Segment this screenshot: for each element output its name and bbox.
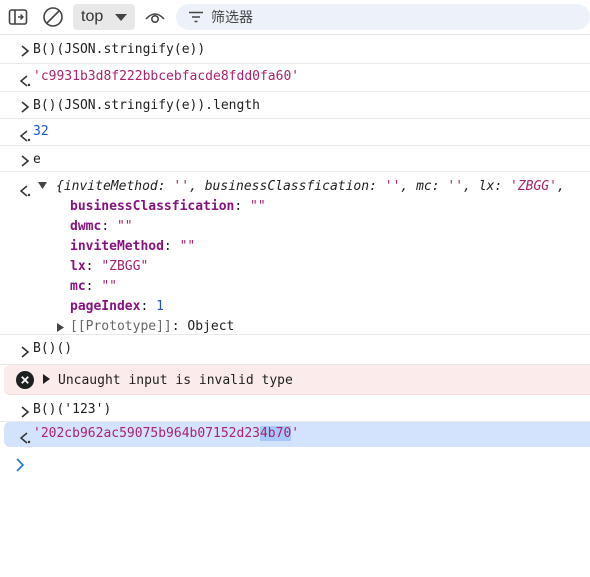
- live-expression-button[interactable]: [143, 6, 167, 28]
- input-prompt-icon: [21, 45, 30, 57]
- console-object-row: {inviteMethod: '', businessClassfication…: [0, 172, 590, 335]
- error-icon: [16, 371, 34, 389]
- expand-triangle-icon[interactable]: [37, 181, 48, 191]
- prompt-chevron-icon: [16, 458, 25, 472]
- result-value[interactable]: 32: [33, 123, 49, 141]
- console-result-row: 'c9931b3d8f222bbcebfacde8fdd0fa60': [0, 64, 590, 92]
- result-arrow-icon: [19, 432, 31, 444]
- object-property: dwmc: "": [70, 219, 133, 234]
- result-arrow-icon: [19, 185, 31, 197]
- clear-console-icon: [43, 7, 63, 27]
- console-command: B()(JSON.stringify(e)): [33, 42, 206, 57]
- console-command: e: [33, 152, 41, 167]
- object-summary[interactable]: {inviteMethod: '', businessClassfication…: [56, 178, 565, 196]
- console-command: B()('123'): [33, 402, 112, 417]
- input-prompt-icon: [21, 101, 30, 113]
- console-command: B()(): [33, 341, 73, 356]
- filter-placeholder: 筛选器: [211, 10, 253, 26]
- console-result-row: 32: [0, 119, 590, 146]
- console-command: B()(JSON.stringify(e)).length: [33, 98, 260, 113]
- result-value[interactable]: '202cb962ac59075b964b07152d234b70': [33, 425, 299, 443]
- chevron-down-icon: [115, 14, 127, 21]
- console-input-row: B()(JSON.stringify(e)).length: [0, 92, 590, 119]
- filter-icon: [188, 10, 204, 24]
- prototype-property[interactable]: [[Prototype]]: Object: [70, 318, 234, 336]
- console-input-row: B()(JSON.stringify(e)): [0, 35, 590, 64]
- selected-text: 4b70: [259, 426, 292, 441]
- console-result-row-selected: '202cb962ac59075b964b07152d234b70': [4, 422, 590, 447]
- console-prompt[interactable]: [0, 447, 590, 483]
- input-prompt-icon: [21, 346, 30, 358]
- filter-input[interactable]: 筛选器: [176, 4, 590, 30]
- object-property: pageIndex: 1: [70, 299, 164, 314]
- object-property: mc: "": [70, 279, 117, 294]
- result-arrow-icon: [19, 75, 31, 87]
- result-value[interactable]: 'c9931b3d8f222bbcebfacde8fdd0fa60': [33, 68, 299, 86]
- clear-console-button[interactable]: [41, 6, 65, 28]
- object-property: businessClassfication: "": [70, 199, 266, 214]
- console-error-row: Uncaught input is invalid type: [4, 365, 590, 395]
- context-selector[interactable]: top: [73, 4, 135, 30]
- sidebar-toggle-icon: [8, 9, 28, 25]
- sidebar-toggle-button[interactable]: [6, 6, 30, 28]
- result-arrow-icon: [19, 130, 31, 142]
- context-label: top: [81, 8, 104, 25]
- console-output: B()(JSON.stringify(e)) 'c9931b3d8f222bbc…: [0, 35, 590, 483]
- error-message: Uncaught input is invalid type: [58, 373, 293, 388]
- input-prompt-icon: [21, 155, 30, 167]
- object-property: lx: "ZBGG": [70, 259, 149, 274]
- console-input-row: B()('123'): [0, 395, 590, 422]
- console-input-row: e: [0, 146, 590, 172]
- console-input-row: B()(): [0, 335, 590, 365]
- object-property: inviteMethod: "": [70, 239, 196, 254]
- live-expression-eye-icon: [145, 13, 165, 24]
- expand-error-icon[interactable]: [42, 373, 51, 385]
- input-prompt-icon: [21, 406, 30, 418]
- expand-prototype-icon[interactable]: [56, 322, 65, 333]
- console-toolbar: top 筛选器: [0, 0, 590, 35]
